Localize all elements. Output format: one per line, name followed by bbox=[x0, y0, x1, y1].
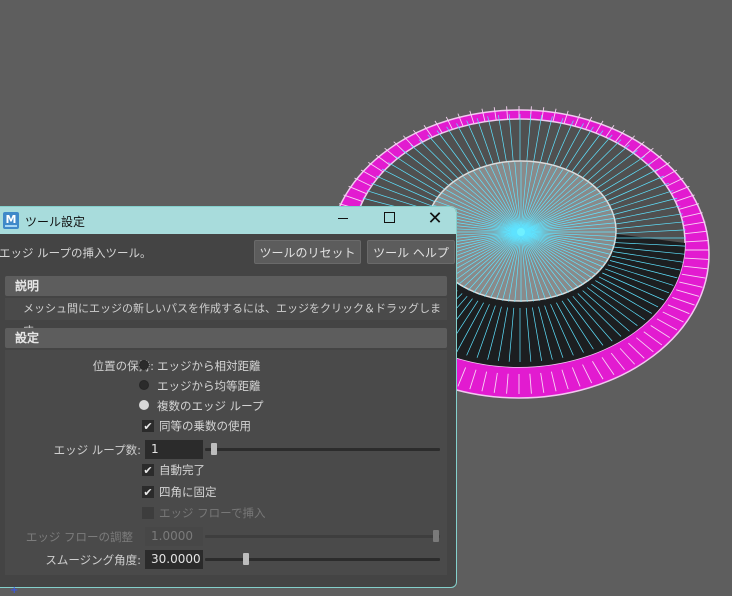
description-text: メッシュ間にエッジの新しいパスを作成するには、エッジをクリック＆ドラッグします。 bbox=[5, 298, 447, 337]
edge-loops-field[interactable]: 1 bbox=[145, 440, 203, 459]
smoothing-angle-slider-track[interactable] bbox=[205, 558, 440, 561]
smoothing-angle-field[interactable]: 30.0000 bbox=[145, 550, 203, 569]
tool-settings-window: M ツール設定 ✕ エッジ ループの挿入ツール。 ツールのリセット ツール ヘル… bbox=[0, 206, 457, 588]
window-title: ツール設定 bbox=[25, 215, 86, 229]
insert-edge-flow-label: エッジ フローで挿入 bbox=[159, 506, 266, 520]
checkbox-equal-multiplier[interactable]: ✔ bbox=[142, 420, 154, 433]
radio-relative-distance[interactable] bbox=[139, 360, 149, 370]
radio-equal-distance[interactable] bbox=[139, 380, 149, 390]
smoothing-angle-slider-handle[interactable] bbox=[243, 553, 249, 565]
maximize-button[interactable] bbox=[366, 207, 412, 234]
position-keep-label: 位置の保持: bbox=[92, 359, 154, 373]
maximize-icon bbox=[383, 212, 395, 223]
edge-loops-slider-track[interactable] bbox=[205, 448, 440, 451]
edge-flow-adjust-field[interactable]: 1.0000 bbox=[145, 527, 203, 546]
minimize-button[interactable] bbox=[320, 207, 366, 234]
checkbox-insert-edge-flow[interactable] bbox=[142, 507, 154, 519]
equal-multiplier-label: 同等の乗数の使用 bbox=[159, 419, 251, 433]
tool-name-label: エッジ ループの挿入ツール。 bbox=[0, 246, 152, 260]
close-icon: ✕ bbox=[427, 208, 443, 229]
edge-loops-label: エッジ ループ数: bbox=[53, 443, 141, 457]
close-button[interactable]: ✕ bbox=[412, 207, 456, 234]
edge-flow-adjust-slider-track[interactable] bbox=[205, 535, 440, 538]
settings-section-header[interactable]: 設定 bbox=[5, 328, 447, 348]
radio-multiple-edge-loops[interactable] bbox=[139, 400, 149, 410]
center-vertex bbox=[517, 228, 525, 236]
description-section-header[interactable]: 説明 bbox=[5, 276, 447, 296]
minimize-icon bbox=[338, 217, 348, 219]
checkbox-fix-quads[interactable]: ✔ bbox=[142, 486, 154, 499]
smoothing-angle-label: スムージング角度: bbox=[45, 553, 141, 567]
radio-label-equal-distance: エッジから均等距離 bbox=[157, 379, 261, 393]
edge-flow-adjust-slider-handle[interactable] bbox=[433, 530, 439, 542]
fix-quads-label: 四角に固定 bbox=[159, 485, 217, 499]
checkbox-auto-complete[interactable]: ✔ bbox=[142, 464, 154, 477]
radio-label-multiple-edge-loops: 複数のエッジ ループ bbox=[157, 399, 264, 413]
edge-flow-adjust-label: エッジ フローの調整 bbox=[25, 530, 133, 544]
viewport-axis-marker: + bbox=[10, 585, 19, 596]
maya-app-icon: M bbox=[3, 212, 19, 229]
reset-tool-button[interactable]: ツールのリセット bbox=[254, 240, 361, 264]
auto-complete-label: 自動完了 bbox=[159, 463, 205, 477]
edge-loops-slider-handle[interactable] bbox=[211, 443, 217, 455]
title-bar[interactable]: M ツール設定 ✕ bbox=[0, 207, 456, 234]
tool-help-button[interactable]: ツール ヘルプ bbox=[367, 240, 455, 264]
radio-label-relative-distance: エッジから相対距離 bbox=[157, 359, 261, 373]
